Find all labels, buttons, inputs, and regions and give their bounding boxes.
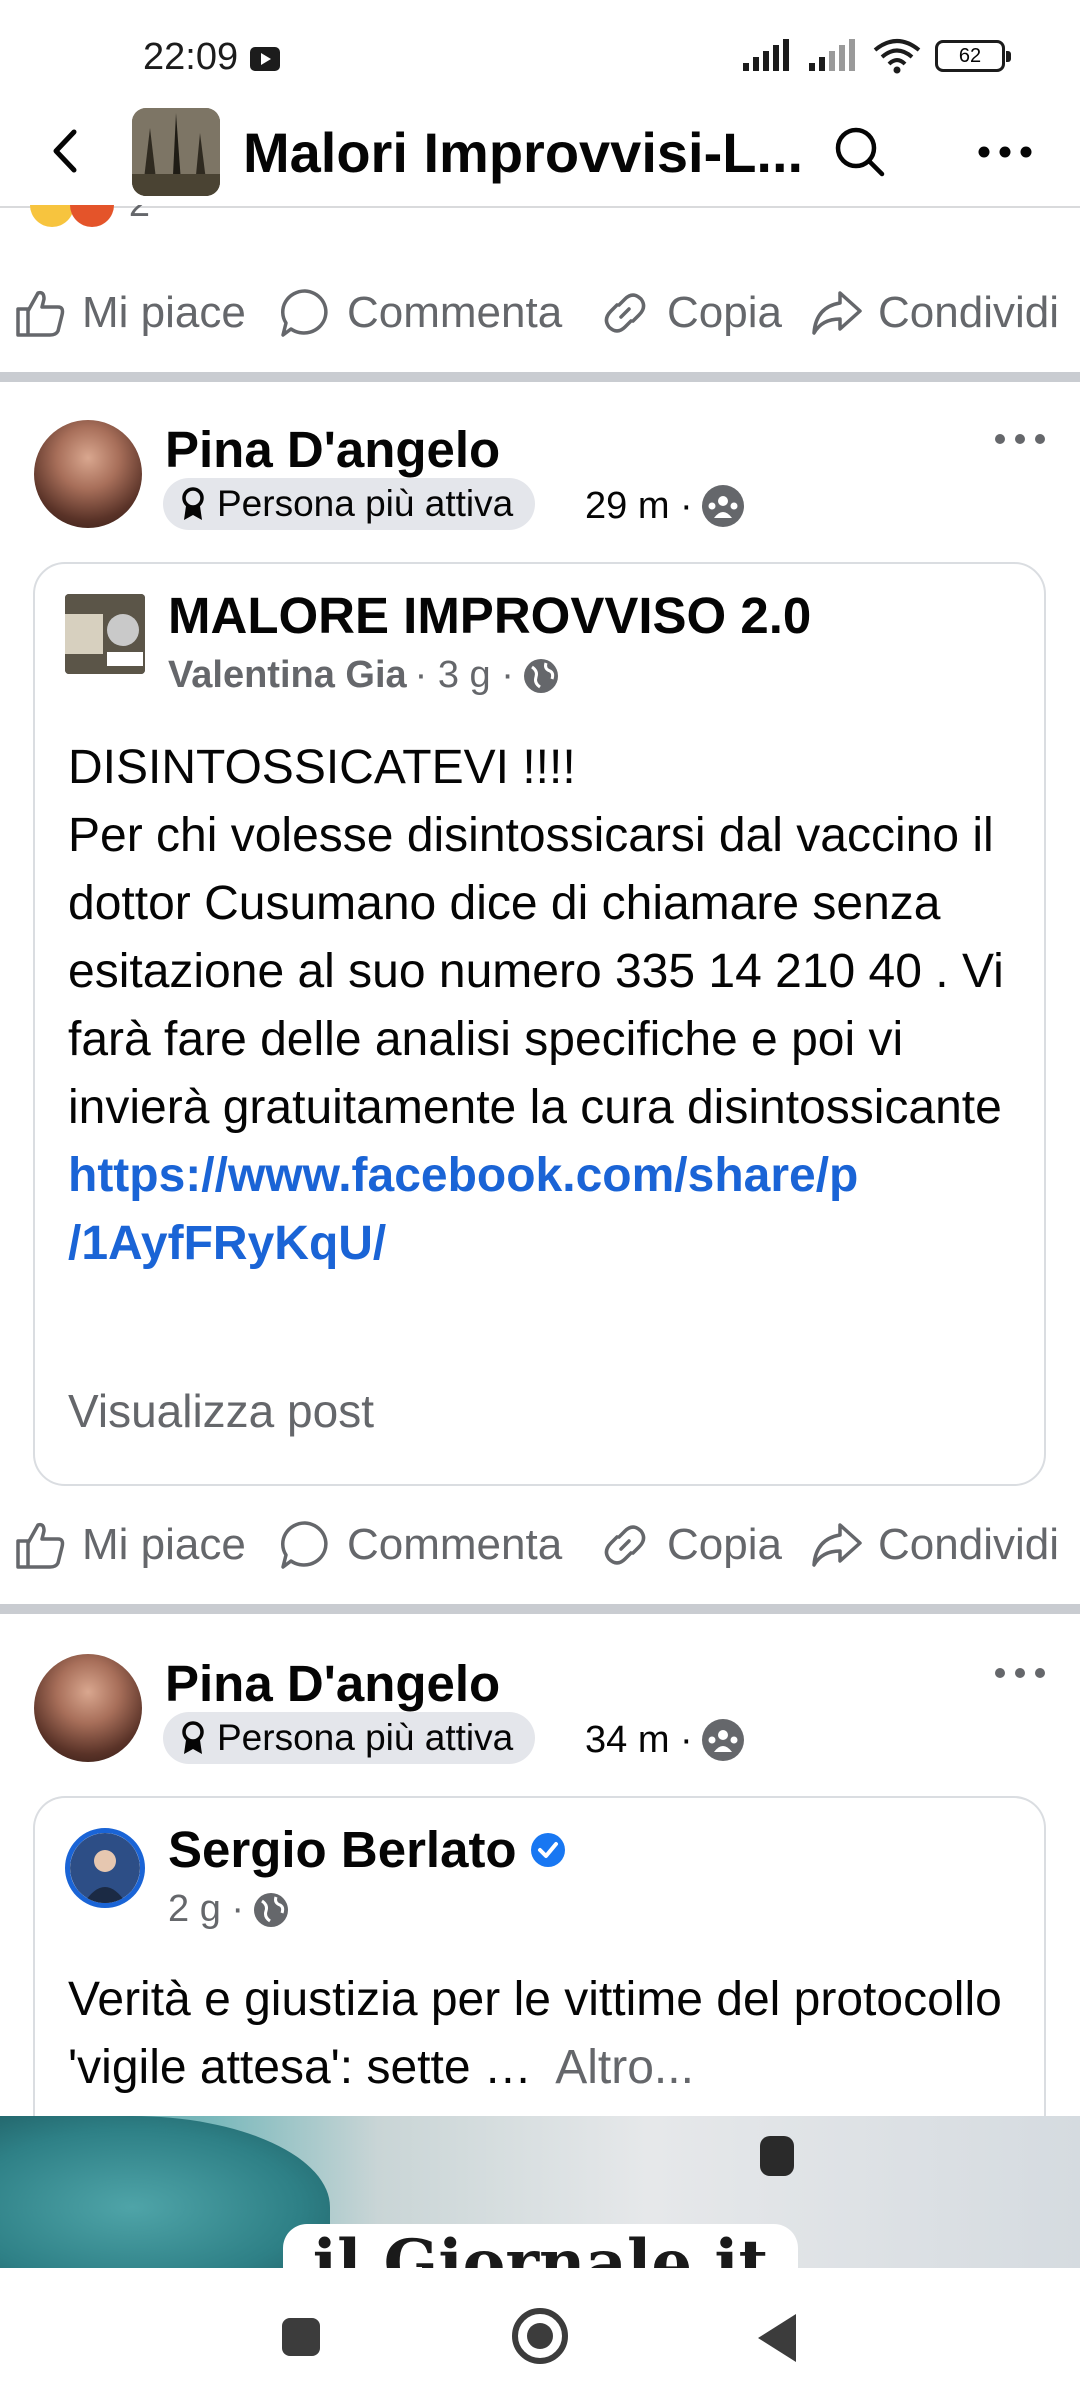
- public-globe-icon: [254, 1892, 289, 1927]
- news-logo-badge: il Giornale.it: [283, 2224, 798, 2268]
- post-image[interactable]: il Giornale.it: [0, 2116, 1080, 2268]
- top-contributor-badge[interactable]: Persona più attiva: [163, 1712, 536, 1764]
- like-button[interactable]: Mi piace: [12, 1510, 246, 1580]
- badge-person-icon: [182, 1721, 204, 1754]
- view-post-link[interactable]: Visualizza post: [68, 1384, 374, 1438]
- post-divider: [0, 1604, 1080, 1614]
- shared-page-title[interactable]: Sergio Berlato: [168, 1820, 567, 1879]
- copy-link-button[interactable]: Copia: [597, 278, 782, 348]
- post-actions: Mi piace Comment­a Copia Condividi: [0, 1510, 1080, 1580]
- post-more-icon[interactable]: [990, 1658, 1050, 1688]
- angry-reaction-icon: [70, 205, 115, 227]
- public-globe-icon: [523, 658, 558, 693]
- shared-post-body: Verità e giustizia per le vittime del pr…: [68, 1966, 1028, 2102]
- group-avatar[interactable]: [132, 108, 220, 196]
- shared-post-text: Verità e giustizia per le vittime del pr…: [68, 1973, 1002, 2094]
- reaction-count: 2: [129, 205, 150, 225]
- post-time: 29 m ·: [585, 484, 745, 528]
- shared-page-avatar[interactable]: [65, 1828, 145, 1908]
- comment-button[interactable]: Comment­a: [277, 278, 562, 348]
- shared-page-avatar[interactable]: [65, 594, 145, 674]
- recents-button[interactable]: [282, 2318, 320, 2356]
- share-button[interactable]: Condividi: [808, 1510, 1059, 1580]
- shared-page-title[interactable]: MALORE IMPROVVISO 2.0: [168, 586, 811, 645]
- status-icons: 62: [741, 38, 1011, 74]
- shared-post-body: DISINTOSSICATEVI !!!! Per chi volesse di…: [68, 734, 1028, 1278]
- badge-person-icon: [182, 487, 204, 520]
- wifi-icon: [873, 39, 921, 74]
- like-button[interactable]: Mi piace: [12, 278, 246, 348]
- thumbs-up-icon: [16, 290, 65, 337]
- status-time: 22:09: [143, 36, 239, 78]
- signal-2-icon: [809, 39, 855, 71]
- media-play-icon: [250, 47, 280, 71]
- top-contributor-badge[interactable]: Persona più attiva: [163, 478, 536, 530]
- surgical-cap-image: [0, 2116, 330, 2268]
- wall-outlet-image: [760, 2136, 794, 2176]
- back-arrow-icon[interactable]: [38, 120, 94, 182]
- verified-badge-icon: [530, 1832, 565, 1867]
- shared-post-text: DISINTOSSICATEVI !!!! Per chi volesse di…: [68, 741, 1004, 1134]
- shared-post-meta: 2 g ·: [168, 1888, 290, 1931]
- comment-bubble-icon: [281, 1521, 328, 1569]
- home-button[interactable]: [512, 2308, 568, 2364]
- group-title[interactable]: Malori Improvvisi-L...: [243, 120, 803, 185]
- shared-post-meta: Valentina Gia · 3 g ·: [168, 654, 560, 697]
- share-arrow-icon: [812, 1523, 862, 1567]
- link-icon: [604, 1525, 646, 1565]
- comment-button[interactable]: Comment­a: [277, 1510, 562, 1580]
- search-icon[interactable]: [830, 122, 890, 182]
- system-nav-bar: [0, 2268, 1080, 2400]
- share-arrow-icon: [812, 291, 862, 335]
- author-name[interactable]: Pina D'angelo: [165, 420, 500, 479]
- more-options-icon[interactable]: [970, 122, 1040, 182]
- group-privacy-icon: [701, 1719, 744, 1761]
- author-name[interactable]: Pina D'angelo: [165, 1654, 500, 1713]
- comment-bubble-icon: [281, 289, 328, 337]
- post-time: 34 m ·: [585, 1718, 745, 1762]
- battery-icon: 62: [935, 40, 1011, 72]
- news-logo-text: il Giornale.it: [312, 2226, 769, 2268]
- post-divider: [0, 372, 1080, 382]
- shared-post-card[interactable]: MALORE IMPROVVISO 2.0 Valentina Gia · 3 …: [33, 562, 1046, 1486]
- share-button[interactable]: Condividi: [808, 278, 1059, 348]
- system-back-button[interactable]: [758, 2314, 796, 2362]
- author-avatar[interactable]: [34, 420, 142, 528]
- copy-link-button[interactable]: Copia: [597, 1510, 782, 1580]
- group-privacy-icon: [701, 485, 744, 527]
- link-icon: [604, 293, 646, 333]
- group-header: Malori Improvvisi-L...: [0, 100, 1080, 208]
- post-more-icon[interactable]: [990, 424, 1050, 454]
- author-avatar[interactable]: [34, 1654, 142, 1762]
- signal-icon: [743, 39, 789, 71]
- sad-reaction-icon: [30, 205, 74, 227]
- shared-author[interactable]: Valentina Gia: [168, 654, 407, 697]
- reactions-summary[interactable]: 2: [30, 205, 170, 230]
- shared-post-link[interactable]: https://www.facebook.com/share/p /1AyfFR…: [68, 1142, 1028, 1278]
- thumbs-up-icon: [16, 1522, 65, 1569]
- see-more-link[interactable]: Altro...: [555, 2041, 694, 2094]
- post-actions: Mi piace Comment­a Copia Condividi: [0, 278, 1080, 348]
